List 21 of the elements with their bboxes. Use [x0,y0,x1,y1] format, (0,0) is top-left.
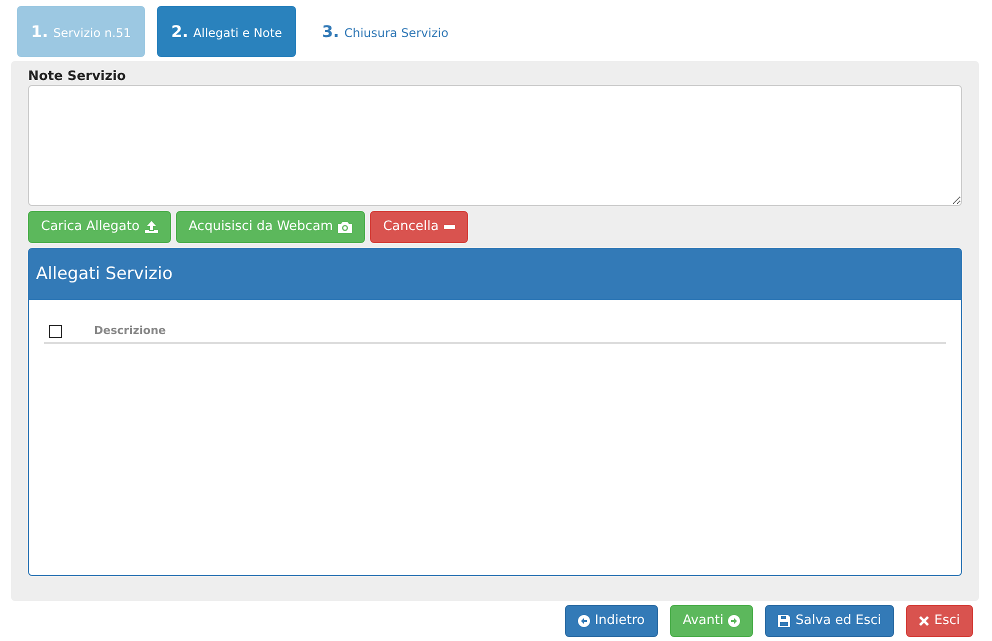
action-button[interactable]: Acquisisci da Webcam [176,211,366,243]
close-icon [919,616,930,626]
step-tab[interactable]: 3. Chiusura Servizio [308,6,462,57]
camera-icon [338,221,352,233]
field-label: Note Servizio [28,68,127,85]
footer-button[interactable]: Salva ed Esci [765,605,894,637]
arrow-right-icon [728,615,740,627]
panel-title: Allegati Servizio [36,262,173,286]
notes-field[interactable] [28,85,962,206]
action-button[interactable]: Cancella [370,211,468,243]
footer-button[interactable]: Avanti [670,605,754,637]
step-tab[interactable]: 2. Allegati e Note [157,6,296,57]
minus-icon [444,225,455,229]
save-icon [778,615,790,627]
action-button[interactable]: Carica Allegato [28,211,171,243]
column-header: Descrizione [94,322,166,339]
upload-icon [144,221,158,233]
footer-button[interactable]: Indietro [564,605,658,637]
footer-button[interactable]: Esci [906,605,973,637]
select-all-checkbox[interactable] [49,324,62,338]
arrow-left-icon [578,615,590,627]
